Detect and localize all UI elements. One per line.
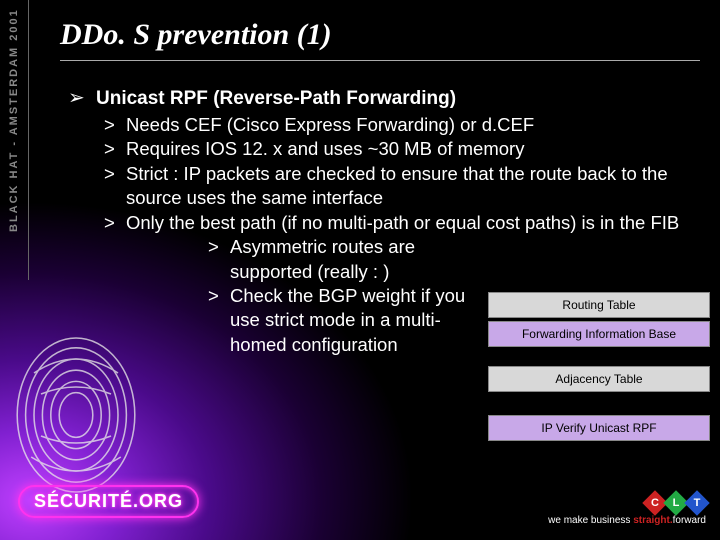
sub-bullet-mark: > [104, 211, 126, 235]
sidebar-conference-label: BLACK HAT - AMSTERDAM 2001 [2, 0, 26, 280]
title-underline [60, 60, 700, 61]
sub-bullet-text: Strict : IP packets are checked to ensur… [126, 162, 700, 211]
sub-bullet-text: Requires IOS 12. x and uses ~30 MB of me… [126, 137, 524, 161]
rpf-diagram: Routing Table ↓ Forwarding Information B… [488, 292, 710, 444]
sub-bullet-mark: > [104, 113, 126, 137]
slide-title: DDo. S prevention (1) [60, 18, 332, 52]
sub-bullet-text: Needs CEF (Cisco Express Forwarding) or … [126, 113, 534, 137]
sub-bullet-mark: > [208, 235, 230, 284]
sub-bullet-mark: > [104, 162, 126, 211]
clt-c-icon: C [646, 494, 664, 512]
fingerprint-icon [6, 330, 146, 500]
arrow-bullet-icon: ➢ [68, 86, 96, 111]
securite-org-logo: SÉCURITÉ.ORG [18, 485, 199, 518]
footer-tagline: we make business straight.forward [548, 515, 706, 526]
diagram-fib-box: Forwarding Information Base [488, 321, 710, 347]
sidebar-divider [28, 0, 29, 280]
diagram-adjacency-box: Adjacency Table [488, 366, 710, 392]
bullet-heading: Unicast RPF (Reverse-Path Forwarding) [96, 86, 456, 111]
diagram-rpf-box: IP Verify Unicast RPF [488, 415, 710, 441]
sub-bullet-text: Check the BGP weight if you use strict m… [230, 284, 468, 357]
sub-bullet-mark: > [104, 137, 126, 161]
sub-bullet-text: Asymmetric routes are supported (really … [230, 235, 468, 284]
diagram-routing-table-box: Routing Table [488, 292, 710, 318]
bidir-arrows-icon: ↕↕ [488, 350, 710, 366]
up-arrow-icon: ↑ [592, 397, 606, 411]
clt-l-icon: L [667, 494, 685, 512]
footer-brand: C L T we make business straight.forward [548, 494, 706, 526]
sub-bullet-mark: > [208, 284, 230, 357]
clt-t-icon: T [688, 494, 706, 512]
sub-bullet-text: Only the best path (if no multi-path or … [126, 211, 679, 235]
